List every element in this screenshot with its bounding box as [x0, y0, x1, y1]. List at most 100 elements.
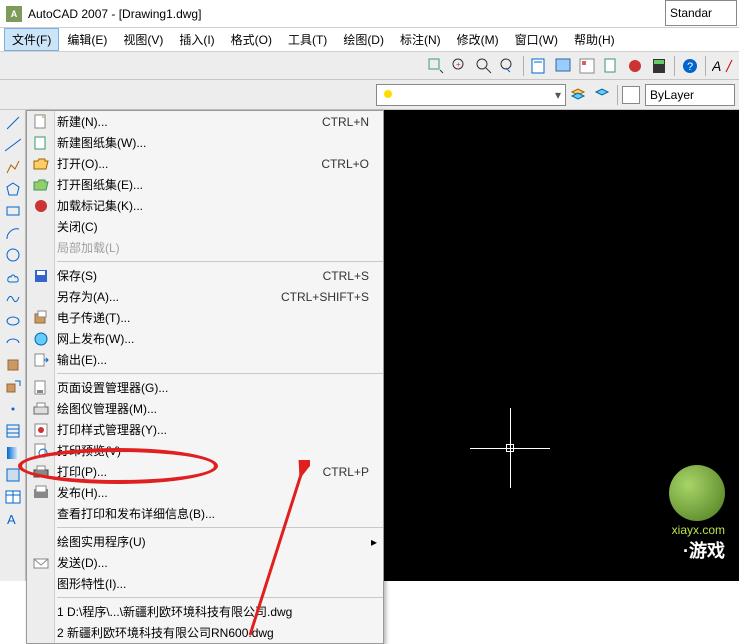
polyline-icon[interactable]	[3, 157, 23, 177]
menu-item-label: 打印预览(V)	[57, 442, 383, 459]
ellipse-arc-icon[interactable]	[3, 333, 23, 353]
file-menu-item[interactable]: 关闭(C)	[27, 216, 383, 237]
file-menu-item[interactable]: 发送(D)...	[27, 552, 383, 573]
point-icon[interactable]	[3, 399, 23, 419]
zoom-extents-icon[interactable]: +	[449, 55, 471, 77]
file-menu-item[interactable]: 绘图实用程序(U)▸	[27, 531, 383, 552]
new-doc-icon	[31, 114, 51, 130]
circle-icon[interactable]	[3, 245, 23, 265]
file-menu-item[interactable]: 新建(N)...CTRL+N	[27, 111, 383, 132]
line-icon[interactable]	[3, 113, 23, 133]
svg-text:?: ?	[687, 61, 693, 73]
file-menu-item[interactable]: 网上发布(W)...	[27, 328, 383, 349]
menu-item-shortcut: CTRL+S	[323, 269, 383, 283]
menu-item-label: 加载标记集(K)...	[57, 197, 383, 214]
blank-icon	[31, 534, 51, 550]
open-sheetset-icon	[31, 177, 51, 193]
menu-dimension[interactable]: 标注(N)	[392, 28, 449, 51]
menu-window[interactable]: 窗口(W)	[507, 28, 566, 51]
layer-states-icon[interactable]	[567, 84, 589, 106]
toolbar-separator	[617, 85, 618, 105]
file-menu-item[interactable]: 页面设置管理器(G)...	[27, 377, 383, 398]
color-combo[interactable]: ByLayer	[645, 84, 735, 106]
region-icon[interactable]	[3, 465, 23, 485]
color-swatch[interactable]	[622, 86, 640, 104]
save-icon	[31, 268, 51, 284]
file-menu-item[interactable]: 打印样式管理器(Y)...	[27, 419, 383, 440]
table-icon[interactable]	[3, 487, 23, 507]
file-menu-item[interactable]: 保存(S)CTRL+S	[27, 265, 383, 286]
svg-text:A: A	[712, 58, 721, 74]
file-menu-item[interactable]: 打印预览(V)	[27, 440, 383, 461]
blank-icon	[31, 604, 51, 620]
watermark: xiayx.com ·游戏	[669, 465, 725, 563]
arc-icon[interactable]	[3, 223, 23, 243]
menu-file[interactable]: 文件(F)	[4, 28, 59, 51]
text-style-a-icon[interactable]: A	[710, 55, 736, 77]
menu-item-label: 页面设置管理器(G)...	[57, 379, 383, 396]
file-menu-item[interactable]: 另存为(A)...CTRL+SHIFT+S	[27, 286, 383, 307]
properties-icon[interactable]	[528, 55, 550, 77]
file-menu-item[interactable]: 2 新疆利欧环境科技有限公司RN600.dwg	[27, 622, 383, 643]
menu-separator	[57, 527, 383, 528]
menu-separator	[57, 373, 383, 374]
file-menu-item[interactable]: 新建图纸集(W)...	[27, 132, 383, 153]
menu-item-shortcut: CTRL+SHIFT+S	[281, 290, 383, 304]
file-menu-item[interactable]: 电子传递(T)...	[27, 307, 383, 328]
layer-combo[interactable]	[376, 84, 566, 106]
zoom-window-icon[interactable]	[425, 55, 447, 77]
file-menu-item[interactable]: 输出(E)...	[27, 349, 383, 370]
print-preview-icon	[31, 443, 51, 459]
construction-line-icon[interactable]	[3, 135, 23, 155]
menu-item-label: 发送(D)...	[57, 554, 383, 571]
menu-item-label: 1 D:\程序\...\新疆利欧环境科技有限公司.dwg	[57, 603, 383, 620]
draw-palette: A	[0, 110, 26, 581]
polygon-icon[interactable]	[3, 179, 23, 199]
make-block-icon[interactable]	[3, 377, 23, 397]
sheet-set-icon[interactable]	[600, 55, 622, 77]
zoom-realtime-icon[interactable]	[473, 55, 495, 77]
menu-tools[interactable]: 工具(T)	[280, 28, 335, 51]
file-menu-item[interactable]: 发布(H)...	[27, 482, 383, 503]
tool-palettes-icon[interactable]	[576, 55, 598, 77]
menu-draw[interactable]: 绘图(D)	[335, 28, 392, 51]
menu-separator	[57, 597, 383, 598]
title-bar: A AutoCAD 2007 - [Drawing1.dwg]	[0, 0, 739, 28]
lightbulb-icon	[381, 88, 395, 102]
toolbar-separator	[523, 56, 524, 76]
menu-edit[interactable]: 编辑(E)	[59, 28, 115, 51]
menu-modify[interactable]: 修改(M)	[449, 28, 507, 51]
standard-toolbar: + ? A Standar	[0, 52, 739, 80]
file-menu-item[interactable]: 绘图仪管理器(M)...	[27, 398, 383, 419]
insert-block-icon[interactable]	[3, 355, 23, 375]
menu-format[interactable]: 格式(O)	[223, 28, 280, 51]
menu-item-label: 图形特性(I)...	[57, 575, 383, 592]
design-center-icon[interactable]	[552, 55, 574, 77]
file-menu-item[interactable]: 查看打印和发布详细信息(B)...	[27, 503, 383, 524]
layer-previous-icon[interactable]	[591, 84, 613, 106]
help-icon[interactable]: ?	[679, 55, 701, 77]
hatch-icon[interactable]	[3, 421, 23, 441]
rectangle-icon[interactable]	[3, 201, 23, 221]
menu-help[interactable]: 帮助(H)	[566, 28, 623, 51]
mtext-icon[interactable]: A	[3, 509, 23, 529]
text-style-combo[interactable]: Standar	[665, 0, 737, 26]
ellipse-icon[interactable]	[3, 311, 23, 331]
spline-icon[interactable]	[3, 289, 23, 309]
calculator-icon[interactable]	[648, 55, 670, 77]
gradient-icon[interactable]	[3, 443, 23, 463]
menu-item-label: 网上发布(W)...	[57, 330, 383, 347]
markup-icon[interactable]	[624, 55, 646, 77]
menu-insert[interactable]: 插入(I)	[171, 28, 222, 51]
file-menu-item[interactable]: 打印(P)...CTRL+P	[27, 461, 383, 482]
file-menu-item[interactable]: 打开(O)...CTRL+O	[27, 153, 383, 174]
file-menu-item[interactable]: 加载标记集(K)...	[27, 195, 383, 216]
file-menu-item[interactable]: 图形特性(I)...	[27, 573, 383, 594]
publish-icon	[31, 485, 51, 501]
file-menu-item[interactable]: 打开图纸集(E)...	[27, 174, 383, 195]
file-menu-item[interactable]: 1 D:\程序\...\新疆利欧环境科技有限公司.dwg	[27, 601, 383, 622]
zoom-previous-icon[interactable]	[497, 55, 519, 77]
menu-view[interactable]: 视图(V)	[115, 28, 171, 51]
page-setup-icon	[31, 380, 51, 396]
revision-cloud-icon[interactable]	[3, 267, 23, 287]
